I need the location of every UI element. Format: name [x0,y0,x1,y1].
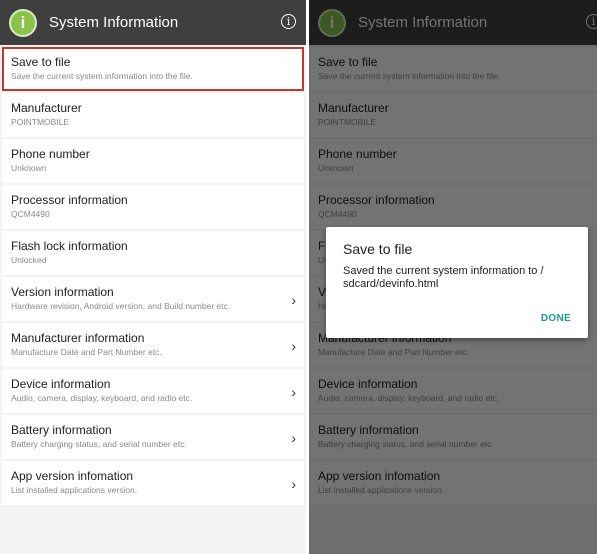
done-button[interactable]: DONE [541,313,571,324]
list-item-flash-lock-information[interactable]: Flash lock information Unlocked [2,231,304,275]
item-title: Phone number [11,147,90,161]
item-title: Battery information [11,423,112,437]
list-item-manufacturer[interactable]: Manufacturer POINTMOBILE [2,93,304,137]
chevron-right-icon: › [291,430,296,446]
item-subtitle: List installed applications version. [11,485,138,495]
item-title: Manufacturer [11,101,82,115]
item-subtitle: Battery charging status, and serial numb… [11,439,187,449]
item-subtitle: Save the current system information into… [11,71,193,81]
app-title: System Information [49,14,179,31]
item-title: Flash lock information [11,239,128,253]
list-item-battery-information[interactable]: Battery information Battery charging sta… [2,415,304,459]
list-item-device-information[interactable]: Device information Audio, camera, displa… [2,369,304,413]
list-item-version-information[interactable]: Version information Hardware revision, A… [2,277,304,321]
screenshot-comparison: i System Information i Save to file Save… [0,0,597,554]
item-subtitle: Audio, camera, display, keyboard, and ra… [11,393,193,403]
item-subtitle: Unlocked [11,255,47,265]
settings-list: Save to file Save the current system inf… [0,47,306,505]
app-bar: i System Information i [0,0,306,45]
item-subtitle: Unknown [11,163,47,173]
list-item-processor-information[interactable]: Processor information QCM4490 [2,185,304,229]
item-subtitle: Manufacture Date and Part Number etc. [11,347,162,357]
dialog-title: Save to file [343,241,413,257]
item-title: Save to file [11,55,71,69]
chevron-right-icon: › [291,338,296,354]
save-to-file-dialog: Save to file Saved the current system in… [326,227,588,338]
item-title: Version information [11,285,114,299]
info-icon[interactable]: i [281,14,296,29]
list-item-save-to-file[interactable]: Save to file Save the current system inf… [2,47,304,91]
item-subtitle: QCM4490 [11,209,50,219]
chevron-right-icon: › [291,476,296,492]
list-item-phone-number[interactable]: Phone number Unknown [2,139,304,183]
item-title: Processor information [11,193,128,207]
chevron-right-icon: › [291,292,296,308]
item-title: Manufacturer information [11,331,145,345]
item-title: Device information [11,377,111,391]
chevron-right-icon: › [291,384,296,400]
item-subtitle: POINTMOBILE [11,117,70,127]
item-title: App version infomation [11,469,134,483]
dialog-message: Saved the current system information to … [343,265,544,290]
list-item-manufacturer-information[interactable]: Manufacturer information Manufacture Dat… [2,323,304,367]
list-item-app-version-information[interactable]: App version infomation List installed ap… [2,461,304,505]
right-screen: i System Information i Save to file Save… [309,0,597,554]
item-subtitle: Hardware revision, Android version, and … [11,301,231,311]
app-info-icon: i [9,8,37,37]
left-screen: i System Information i Save to file Save… [0,0,306,554]
